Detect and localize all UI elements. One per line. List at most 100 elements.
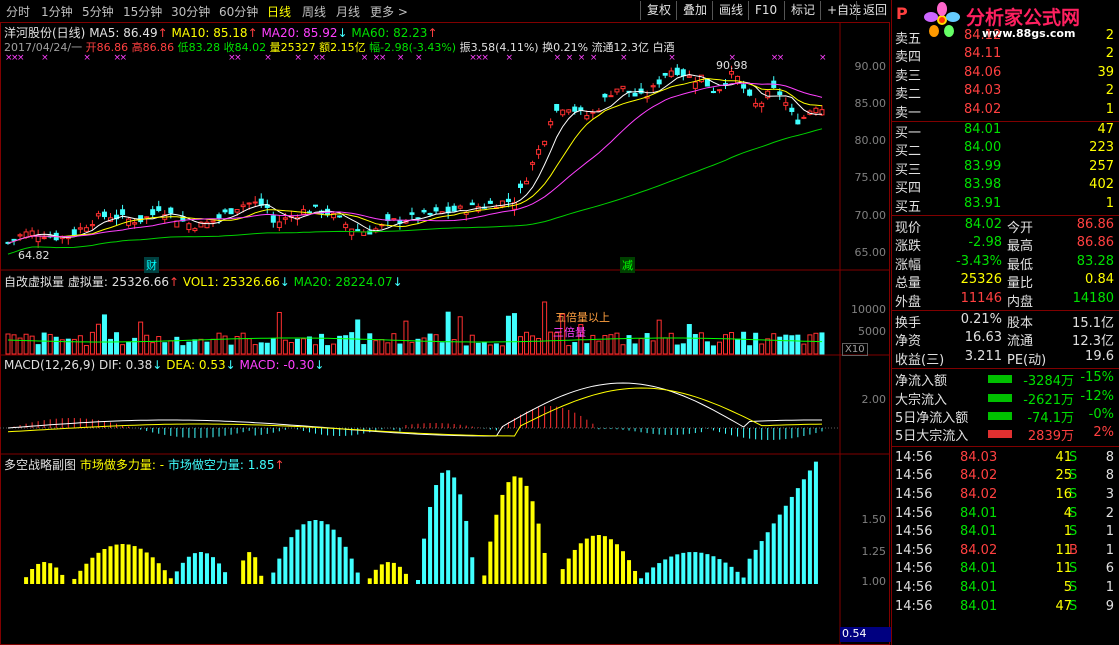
quote-value: -2.98 (968, 235, 1002, 251)
candle-body (716, 89, 722, 92)
candle-body (801, 116, 807, 119)
power-bar (144, 552, 149, 584)
order-book-row[interactable]: 买三 83.99 257 (892, 158, 1119, 178)
stats-label: 收益(三) (895, 352, 945, 368)
candle-body (710, 91, 716, 94)
tab-5min[interactable]: 5分钟 (82, 3, 114, 20)
order-price: 84.06 (964, 64, 1002, 80)
flow-pct: -0% (1088, 407, 1114, 422)
candle-body (783, 102, 789, 106)
order-book-row[interactable]: 买一 84.01 47 (892, 122, 1119, 141)
candle-body (735, 75, 741, 84)
order-book-row[interactable]: 卖二 84.03 2 (892, 83, 1119, 102)
volume-bar (716, 341, 722, 355)
candle-body (276, 221, 282, 228)
order-book-row[interactable]: 卖四 84.11 2 (892, 46, 1119, 65)
info-industry: 白酒 (652, 41, 675, 54)
back-button[interactable]: 返回 (856, 1, 893, 20)
volume-bar (11, 334, 17, 355)
volume-bar (132, 337, 138, 355)
order-book-row[interactable]: 买二 84.00 223 (892, 140, 1119, 159)
volume-bar (95, 323, 101, 355)
tab-30min[interactable]: 30分钟 (171, 3, 210, 20)
tab-60min[interactable]: 60分钟 (219, 3, 258, 20)
order-book-row[interactable]: 买四 83.98 402 (892, 177, 1119, 196)
power-bar (96, 552, 101, 584)
tick-side: S (1069, 468, 1078, 484)
power-bar (614, 544, 619, 584)
tick-row: 14:56 84.01 11 S 6 (892, 561, 1119, 579)
candle-body (234, 209, 240, 213)
draw-button[interactable]: 画线 (712, 1, 749, 20)
tab-1min[interactable]: 1分钟 (41, 3, 73, 20)
volume-bar (35, 344, 41, 355)
candle-body (83, 227, 89, 232)
flow-value: -2621万 (1023, 392, 1074, 408)
power-bar (747, 558, 752, 584)
volume-bar (801, 343, 807, 355)
candle-body (602, 93, 608, 98)
power-bar (765, 532, 770, 584)
power-bar (325, 524, 330, 584)
volume-bar (674, 344, 680, 355)
order-volume: 257 (1089, 158, 1114, 174)
power-bar (24, 577, 29, 584)
info-high: 高86.86 (131, 41, 175, 54)
volume-bar (499, 345, 505, 355)
tab-more[interactable]: 更多 > (370, 3, 408, 20)
order-book-row[interactable]: 卖三 84.06 39 (892, 64, 1119, 84)
power-bar (596, 535, 601, 584)
volume-bar (5, 333, 11, 355)
candle-body (222, 209, 228, 213)
power-bar (452, 477, 457, 584)
power-bar (633, 570, 638, 584)
power-bar (391, 562, 396, 584)
volume-bar (777, 336, 783, 355)
volume-bar (162, 342, 168, 355)
power-bar (78, 570, 83, 584)
price-tick: 85.00 (854, 97, 887, 110)
stats-value: 16.63 (964, 330, 1002, 346)
power-bar (379, 564, 384, 584)
tab-weekly[interactable]: 周线 (302, 3, 326, 20)
candle-body (548, 121, 554, 126)
event-marker-cai[interactable]: 财 (144, 257, 159, 273)
power-bar (54, 567, 59, 584)
info-low: 低83.28 (177, 41, 221, 54)
adjust-button[interactable]: 复权 (640, 1, 677, 20)
volume-bar (349, 332, 355, 355)
tick-price: 84.01 (960, 580, 998, 595)
quote-panel: P 分析家公式网 www.88gs.com 卖五 84.12 2 卖四 84.11 2 卖三… (891, 0, 1119, 645)
order-book-row[interactable]: 卖一 84.02 1 (892, 102, 1119, 121)
volume-bar (819, 332, 825, 355)
tab-intraday[interactable]: 分时 (6, 3, 30, 20)
volume-bar (710, 345, 716, 355)
power-bar (319, 521, 324, 584)
order-book-row[interactable]: 卖五 84.12 2 (892, 28, 1119, 47)
tab-monthly[interactable]: 月线 (336, 3, 360, 20)
tab-daily[interactable]: 日线 (267, 3, 291, 20)
power-bar (723, 562, 728, 584)
candle-body (246, 202, 252, 205)
event-marker-jian[interactable]: 减 (620, 257, 635, 273)
power-bar (506, 482, 511, 584)
volume-bar (47, 333, 53, 355)
quote-value: 25326 (960, 272, 1002, 288)
tick-row: 14:56 84.01 47 S 9 (892, 599, 1119, 617)
vol-panel-title: 自改虚拟量 (4, 275, 65, 289)
power-bar (120, 544, 125, 584)
mark-button[interactable]: 标记 (784, 1, 821, 20)
tab-15min[interactable]: 15分钟 (123, 3, 162, 20)
volume-bar (511, 313, 517, 355)
order-book-row[interactable]: 买五 83.91 1 (892, 196, 1119, 215)
macd-title: MACD(12,26,9) (4, 358, 96, 372)
f10-button[interactable]: F10 (748, 1, 783, 20)
overlay-button[interactable]: 叠加 (676, 1, 713, 20)
info-turnover: 换0.21% (542, 41, 589, 54)
kline-chart-area[interactable]: × × × × × × × × × × × × × × × × × × × × × × × × × × × × × × × × 洋河股份(日线… (0, 22, 892, 645)
power-bar (464, 520, 469, 584)
power-bar (494, 514, 499, 584)
volume-bar (367, 333, 373, 355)
volume-bar (566, 345, 572, 355)
tick-side: S (1069, 505, 1078, 521)
